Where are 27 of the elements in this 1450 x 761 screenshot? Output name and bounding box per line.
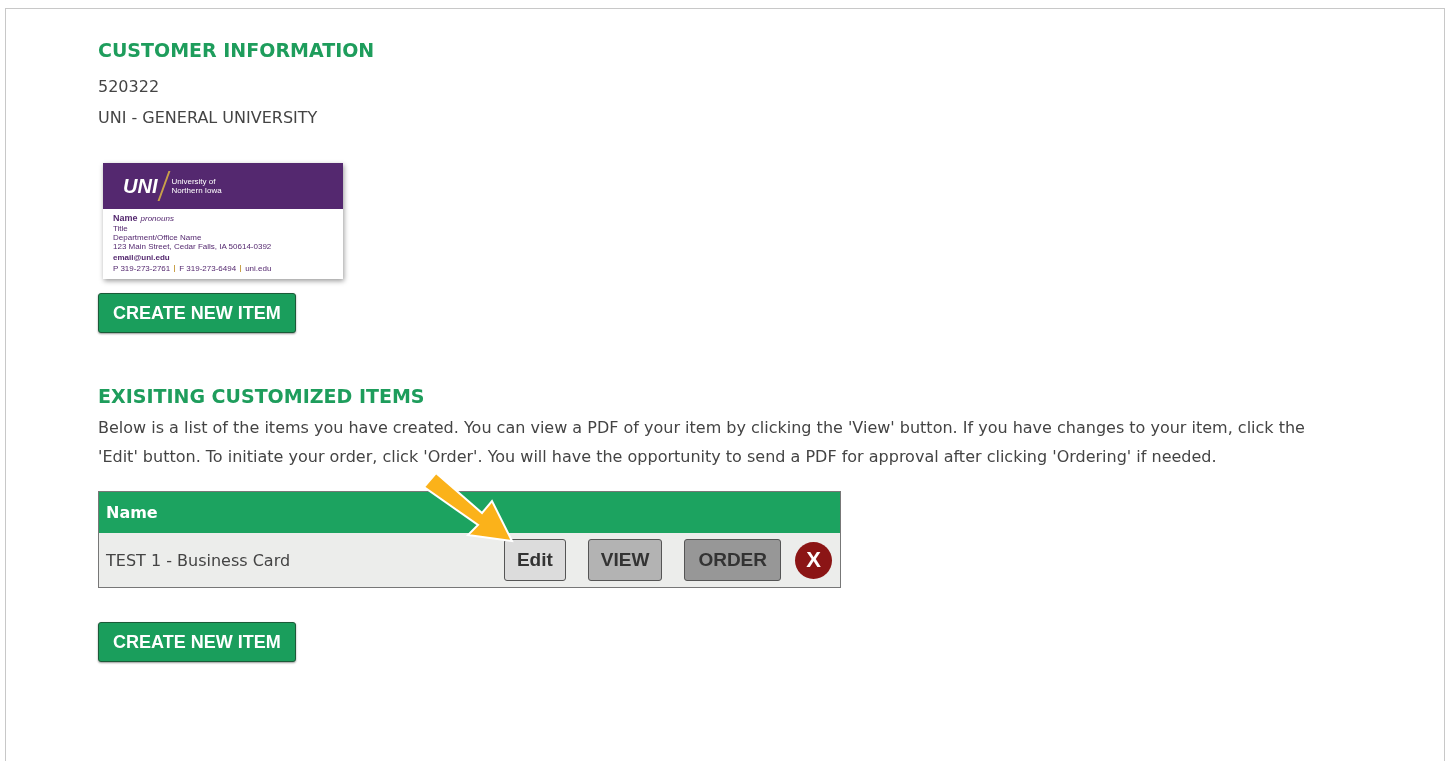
column-header: Name bbox=[106, 503, 158, 522]
create-new-item-button[interactable]: CREATE NEW ITEM bbox=[98, 293, 296, 333]
create-new-item-button[interactable]: CREATE NEW ITEM bbox=[98, 622, 296, 662]
view-button[interactable]: VIEW bbox=[587, 539, 663, 581]
card-title: Title bbox=[113, 224, 128, 233]
card-pronouns: pronouns bbox=[140, 214, 174, 223]
delete-button[interactable]: X bbox=[795, 541, 832, 579]
order-button[interactable]: ORDER bbox=[684, 539, 781, 581]
institution-text: Northern Iowa bbox=[171, 186, 222, 195]
card-contact: F 319-273-6494 bbox=[179, 264, 237, 273]
card-address: 123 Main Street, Cedar Falls, IA 50614-0392 bbox=[113, 242, 272, 251]
edit-button[interactable]: Edit bbox=[503, 539, 566, 581]
separator-icon bbox=[240, 265, 242, 272]
description-text: Below is a list of the items you have created. You can view a PDF of your item by clicking the 'View' button. If you have changes to your item, click the 'Edit' button. To initiate your order, click 'Order'. You will have the opportunity to send a PDF for approval after clicking 'Ordering' if needed. bbox=[98, 417, 1306, 468]
logo-text: UNI bbox=[123, 174, 158, 198]
card-contact: P 319-273-2761 bbox=[113, 264, 171, 273]
separator-icon bbox=[174, 265, 176, 272]
card-department: Department/Office Name bbox=[113, 233, 202, 242]
section-heading: EXISITING CUSTOMIZED ITEMS bbox=[98, 385, 425, 407]
customer-info-text: 520322 bbox=[98, 76, 160, 98]
card-email: email@uni.edu bbox=[113, 253, 170, 262]
card-contact: uni.edu bbox=[245, 264, 272, 273]
table-cell: TEST 1 - Business Card bbox=[106, 550, 291, 570]
customer-info-text: UNI - GENERAL UNIVERSITY bbox=[98, 107, 318, 129]
section-heading: CUSTOMER INFORMATION bbox=[98, 39, 375, 61]
card-name: Name bbox=[113, 213, 138, 224]
institution-text: University of bbox=[171, 177, 217, 186]
